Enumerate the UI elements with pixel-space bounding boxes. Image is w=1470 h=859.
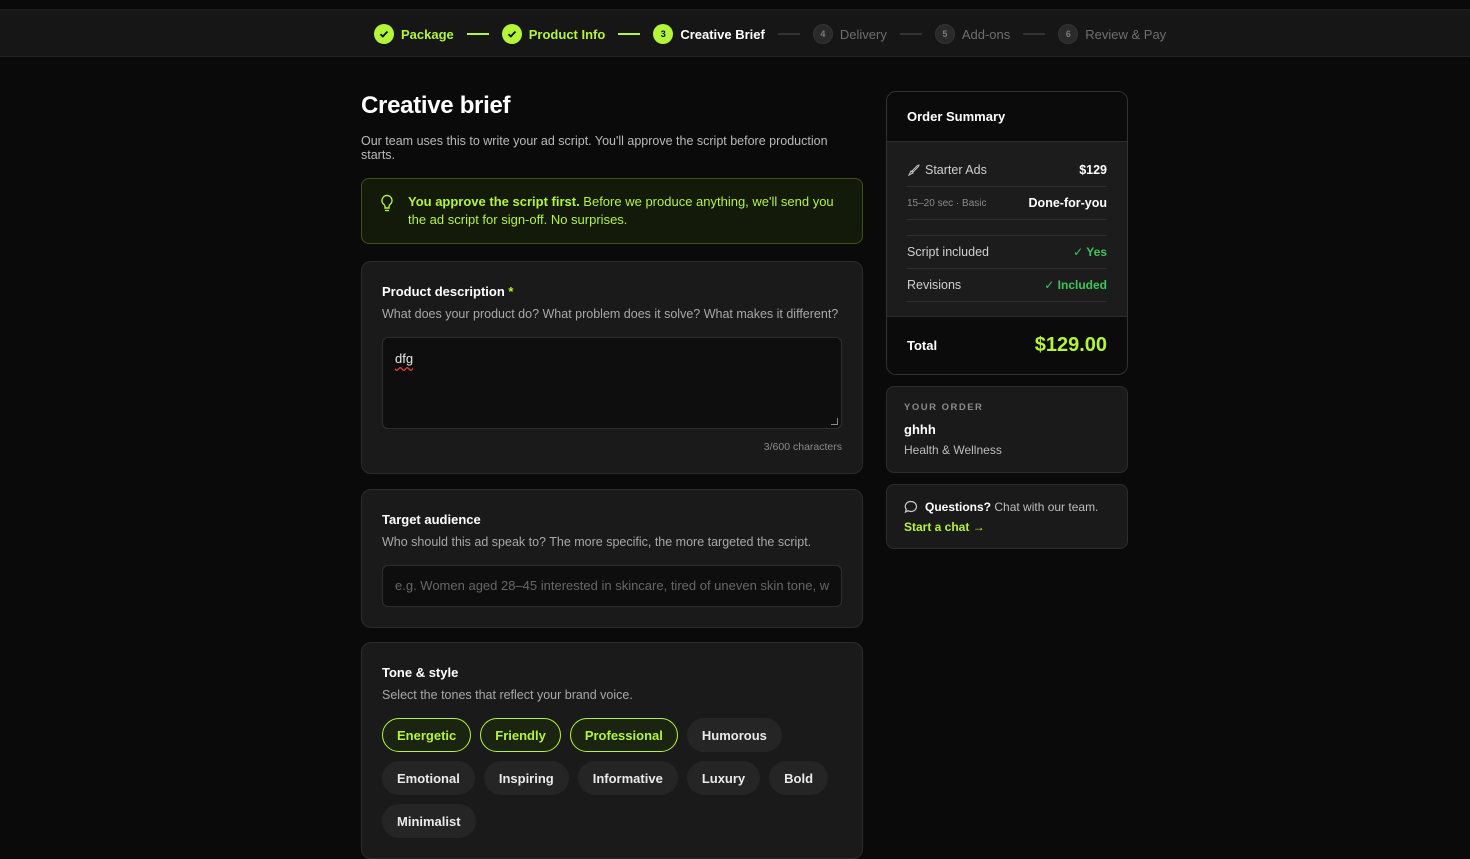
check-icon bbox=[374, 24, 394, 44]
step-label: Package bbox=[401, 26, 454, 42]
progress-stepper: Package Product Info 3 Creative Brief 4 Deliv… bbox=[0, 9, 1470, 57]
product-description-card: Product description * What does your pro… bbox=[361, 261, 863, 474]
tone-pill-luxury[interactable]: Luxury bbox=[686, 761, 761, 795]
help-box: Questions? Chat with our team. Start a c… bbox=[886, 484, 1128, 549]
tone-pill-humorous[interactable]: Humorous bbox=[686, 718, 782, 752]
target-audience-card: Target audience Who should this ad speak… bbox=[361, 489, 863, 628]
package-detail: 15–20 sec · Basic bbox=[907, 197, 987, 209]
target-audience-input[interactable]: e.g. Women aged 28–45 interested in skin… bbox=[382, 565, 842, 607]
script-value: ✓ Yes bbox=[1073, 245, 1107, 259]
start-chat-link[interactable]: Start a chat → bbox=[904, 520, 1110, 534]
your-order-caption: YOUR ORDER bbox=[904, 402, 984, 413]
product-description-textarea[interactable]: dfg bbox=[382, 337, 842, 429]
step-connector bbox=[1023, 33, 1046, 35]
page-title: Creative brief bbox=[361, 92, 511, 119]
tone-pill-friendly[interactable]: Friendly bbox=[480, 718, 561, 752]
rocket-icon bbox=[907, 163, 920, 176]
lightbulb-icon bbox=[381, 194, 393, 212]
package-detail-row: 15–20 sec · Basic Done-for-you bbox=[907, 187, 1107, 220]
step-5: 5 Add-ons bbox=[934, 24, 1011, 44]
step-connector bbox=[899, 33, 922, 35]
step-number: 5 bbox=[934, 24, 955, 44]
questions-text: Chat with our team. bbox=[991, 500, 1099, 514]
order-summary: Order Summary Starter Ads $129 15–20 sec… bbox=[886, 91, 1128, 375]
step-label: Creative Brief bbox=[680, 26, 765, 42]
tone-pill-minimalist[interactable]: Minimalist bbox=[382, 804, 476, 838]
target-audience-label: Target audience bbox=[382, 512, 481, 527]
tone-style-help: Select the tones that reflect your brand… bbox=[382, 688, 633, 702]
revisions-row: Revisions ✓ Included bbox=[907, 269, 1107, 302]
step-label: Delivery bbox=[839, 26, 887, 42]
step-label: Product Info bbox=[528, 26, 606, 42]
tone-options: Energetic Friendly Professional Humorous Emo… bbox=[382, 718, 842, 838]
questions-line: Questions? Chat with our team. bbox=[904, 500, 1110, 514]
page-subtitle: Our team uses this to write your ad scri… bbox=[361, 134, 828, 162]
tone-pill-emotional[interactable]: Emotional bbox=[382, 761, 475, 795]
approval-notice: You approve the script first. Before we … bbox=[361, 178, 863, 244]
tone-pill-energetic[interactable]: Energetic bbox=[382, 718, 472, 752]
step-1[interactable]: Package bbox=[374, 24, 454, 44]
package-name: Starter Ads bbox=[925, 163, 987, 177]
total-row: Total $129.00 bbox=[887, 316, 1127, 374]
total-label: Total bbox=[907, 338, 938, 353]
step-label: Add-ons bbox=[961, 26, 1011, 42]
tone-pill-informative[interactable]: Informative bbox=[577, 761, 678, 795]
product-description-label: Product description * bbox=[382, 284, 514, 299]
package-row: Starter Ads $129 bbox=[907, 154, 1107, 187]
order-category: Health & Wellness bbox=[904, 443, 1002, 457]
step-number: 3 bbox=[653, 24, 674, 44]
resize-handle[interactable] bbox=[831, 418, 838, 425]
chat-bubble-icon bbox=[904, 500, 918, 514]
script-row: Script included ✓ Yes bbox=[907, 236, 1107, 269]
textarea-value: dfg bbox=[395, 351, 414, 366]
product-description-help: What does your product do? What problem … bbox=[382, 307, 839, 321]
script-label: Script included bbox=[907, 245, 989, 259]
package-type: Done-for-you bbox=[1028, 196, 1107, 210]
order-name: ghhh bbox=[904, 422, 936, 437]
step-2[interactable]: Product Info bbox=[501, 24, 606, 44]
package-price: $129 bbox=[1079, 163, 1107, 177]
tone-style-card: Tone & style Select the tones that refle… bbox=[361, 642, 863, 859]
tone-pill-inspiring[interactable]: Inspiring bbox=[483, 761, 569, 795]
step-6: 6 Review & Pay bbox=[1058, 24, 1166, 44]
creative-brief-form: Creative brief Our team uses this to wri… bbox=[361, 92, 863, 859]
step-connector bbox=[777, 33, 800, 35]
character-counter: 3/600 characters bbox=[763, 441, 842, 453]
target-audience-help: Who should this ad speak to? The more sp… bbox=[382, 535, 812, 549]
revisions-label: Revisions bbox=[907, 278, 962, 292]
step-number: 4 bbox=[812, 24, 833, 44]
questions-bold: Questions? bbox=[925, 500, 992, 514]
tone-pill-bold[interactable]: Bold bbox=[769, 761, 829, 795]
required-mark: * bbox=[508, 284, 514, 299]
your-order-box: YOUR ORDER ghhh Health & Wellness bbox=[886, 386, 1128, 473]
total-value: $129.00 bbox=[1034, 334, 1107, 356]
step-4: 4 Delivery bbox=[812, 24, 887, 44]
check-icon bbox=[501, 24, 522, 44]
step-connector bbox=[466, 33, 489, 35]
step-3: 3 Creative Brief bbox=[653, 24, 765, 44]
step-number: 6 bbox=[1058, 24, 1079, 44]
order-summary-title: Order Summary bbox=[887, 92, 1127, 142]
order-summary-body: Starter Ads $129 15–20 sec · Basic Done-… bbox=[887, 142, 1127, 316]
step-label: Review & Pay bbox=[1085, 26, 1167, 42]
sidebar: Order Summary Starter Ads $129 15–20 sec… bbox=[886, 91, 1128, 549]
step-connector bbox=[618, 33, 641, 35]
stepper-track: Package Product Info 3 Creative Brief 4 Deliv… bbox=[374, 10, 1166, 58]
revisions-value: ✓ Included bbox=[1044, 278, 1107, 292]
divider bbox=[907, 220, 1107, 236]
notice-bold: You approve the script first. bbox=[408, 194, 580, 209]
tone-pill-professional[interactable]: Professional bbox=[569, 718, 678, 752]
tone-style-label: Tone & style bbox=[382, 665, 459, 680]
